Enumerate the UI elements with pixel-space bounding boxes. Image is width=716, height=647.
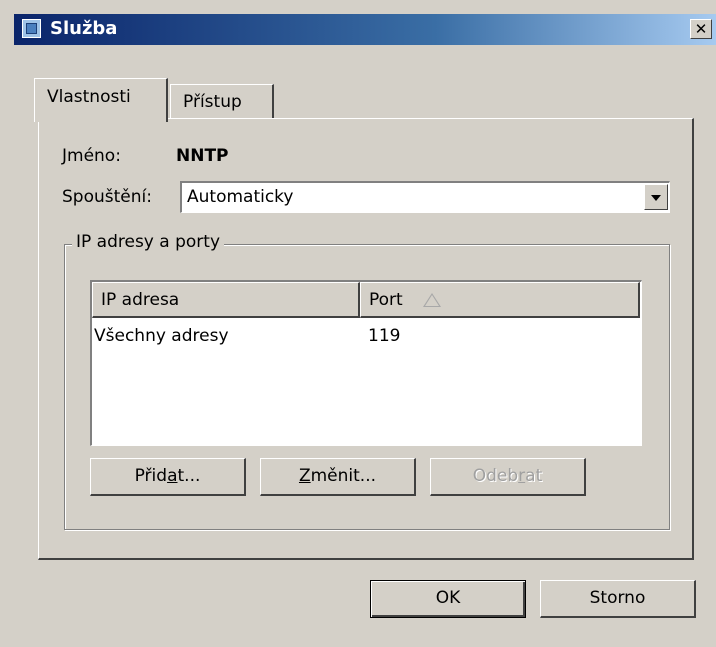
tab-vlastnosti[interactable]: Vlastnosti <box>34 78 168 122</box>
tab-label: Přístup <box>183 92 242 112</box>
remove-button-label: Odeb <box>472 466 519 486</box>
ok-button-label: OK <box>435 588 461 608</box>
tab-label: Vlastnosti <box>47 87 131 107</box>
edit-button-accel: Z <box>298 466 311 486</box>
cancel-button-label: Storno <box>589 588 646 608</box>
add-button-label-rest: t... <box>177 466 201 486</box>
edit-button[interactable]: Změnit... <box>260 458 416 496</box>
add-button-label: Přid <box>134 466 168 486</box>
column-header-ip[interactable]: IP adresa <box>92 282 360 318</box>
ip-ports-legend: IP adresy a porty <box>72 232 225 252</box>
service-window-icon <box>22 19 41 38</box>
name-value: NNTP <box>176 146 229 166</box>
add-button-accel: a <box>167 466 178 486</box>
list-item-port[interactable]: 119 <box>368 326 400 346</box>
list-item-ip[interactable]: Všechny adresy <box>94 326 229 346</box>
remove-button-label-rest: at <box>525 466 543 486</box>
remove-button[interactable]: Odebrat <box>430 458 586 496</box>
name-label: Jméno: <box>62 146 121 166</box>
startup-label: Spouštění: <box>62 187 152 207</box>
column-header-port[interactable]: Port <box>360 282 640 318</box>
cancel-button[interactable]: Storno <box>540 580 696 618</box>
column-header-label: Port <box>369 290 403 310</box>
close-icon: ✕ <box>694 20 708 38</box>
add-button[interactable]: Přidat... <box>90 458 246 496</box>
close-button[interactable]: ✕ <box>690 19 712 39</box>
column-header-label: IP adresa <box>101 290 180 310</box>
startup-selected-value: Automaticky <box>187 187 294 207</box>
sort-ascending-icon <box>422 293 441 307</box>
dialog-window: Služba ✕ Přístup Vlastnosti Jméno: NNTP … <box>0 0 716 647</box>
chevron-down-icon[interactable] <box>644 184 668 210</box>
title-bar[interactable]: Služba ✕ <box>14 14 716 45</box>
startup-dropdown[interactable]: Automaticky <box>180 181 670 213</box>
edit-button-label: měnit... <box>310 466 377 486</box>
ok-button[interactable]: OK <box>370 580 526 618</box>
window-title: Služba <box>50 18 118 39</box>
ip-ports-list[interactable]: IP adresa Port Všechny adresy 119 <box>90 280 642 446</box>
tab-pristup[interactable]: Přístup <box>170 84 274 118</box>
